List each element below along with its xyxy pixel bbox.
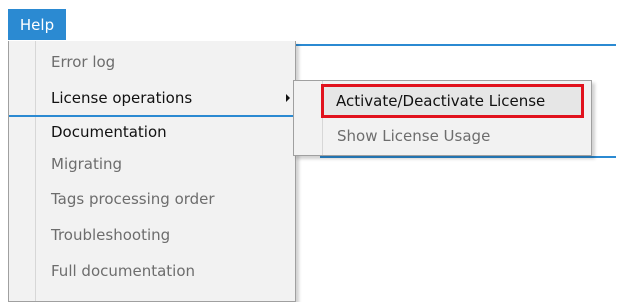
menu-item-label: Error log — [51, 53, 116, 71]
menu-item-label: Activate/Deactivate License — [336, 92, 546, 110]
menu-item-label: Documentation — [51, 123, 167, 141]
menu-item-label: Show License Usage — [337, 127, 491, 145]
window-border-line — [294, 44, 616, 46]
menu-item-label: Migrating — [51, 155, 123, 173]
window-border-line — [320, 156, 616, 158]
license-operations-submenu: Activate/Deactivate License Show License… — [293, 80, 592, 156]
menu-item-error-log[interactable]: Error log — [9, 45, 295, 79]
menu-item-migrating[interactable]: Migrating — [9, 147, 295, 181]
menu-item-license-operations[interactable]: License operations — [9, 81, 295, 115]
menu-item-full-documentation[interactable]: Full documentation — [9, 254, 295, 288]
help-dropdown-menu: Error log License operations Documentati… — [8, 41, 296, 302]
menu-item-label: Troubleshooting — [51, 226, 171, 244]
menu-help[interactable]: Help — [8, 9, 66, 40]
menu-item-label: License operations — [51, 89, 193, 107]
menu-item-activate-deactivate-license[interactable]: Activate/Deactivate License — [321, 84, 584, 118]
menu-item-show-license-usage[interactable]: Show License Usage — [294, 119, 591, 153]
menu-item-label: Tags processing order — [51, 190, 215, 208]
submenu-arrow-icon — [286, 94, 290, 102]
menu-item-troubleshooting[interactable]: Troubleshooting — [9, 218, 295, 252]
menu-item-tags-processing-order[interactable]: Tags processing order — [9, 182, 295, 216]
menu-item-documentation[interactable]: Documentation — [9, 115, 295, 149]
menu-item-label: Full documentation — [51, 262, 196, 280]
